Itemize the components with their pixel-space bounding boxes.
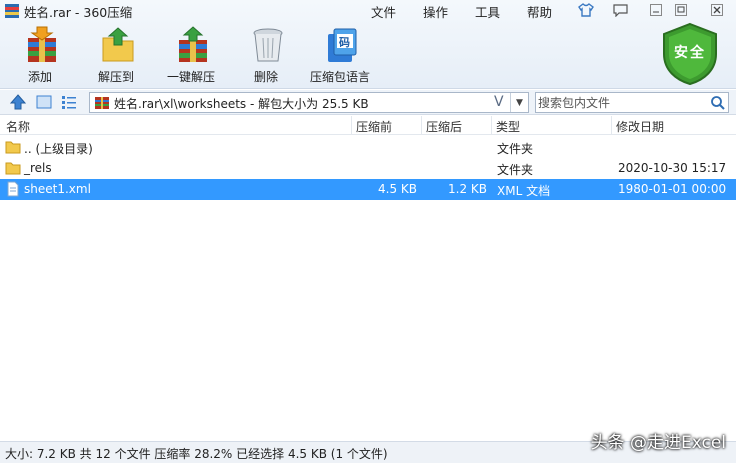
- file-date: 2020-10-30 15:17: [618, 161, 727, 175]
- skin-shirt-icon[interactable]: [575, 1, 597, 19]
- one-click-extract-icon: [179, 26, 207, 62]
- security-shield[interactable]: 安全: [660, 22, 720, 86]
- path-v-marker: V: [494, 94, 504, 110]
- language-badge: 码: [339, 36, 350, 49]
- file-type: 文件夹: [497, 142, 534, 156]
- column-type[interactable]: 类型: [496, 118, 520, 135]
- folder-icon: [5, 141, 21, 154]
- add-button[interactable]: 添加: [2, 26, 78, 86]
- column-size-before[interactable]: 压缩前: [356, 118, 392, 135]
- column-modified[interactable]: 修改日期: [616, 118, 664, 135]
- address-dropdown-arrow-icon[interactable]: ▼: [510, 93, 528, 112]
- extract-to-icon: [102, 27, 134, 62]
- file-size-after: 1.2 KB: [448, 182, 487, 196]
- file-name: .. (上级目录): [24, 142, 93, 156]
- column-divider[interactable]: [351, 116, 352, 135]
- list-view-icon[interactable]: [60, 93, 78, 111]
- list-item[interactable]: .. (上级目录) 文件夹: [0, 137, 736, 158]
- address-row: 姓名.rar\xl\worksheets - 解包大小为 25.5 KB V ▼: [0, 90, 736, 115]
- file-type: XML 文档: [497, 184, 551, 198]
- add-label: 添加: [27, 70, 52, 84]
- menu-operate[interactable]: 操作: [423, 2, 448, 21]
- minimize-icon[interactable]: [645, 1, 667, 19]
- column-divider[interactable]: [611, 116, 612, 135]
- list-item[interactable]: _rels 文件夹 2020-10-30 15:17: [0, 158, 736, 179]
- window-title: 姓名.rar - 360压缩: [24, 5, 133, 20]
- add-archive-icon: [28, 26, 56, 62]
- menu-help[interactable]: 帮助: [527, 2, 552, 21]
- extract-to-button[interactable]: 解压到: [78, 26, 154, 86]
- file-size-before: 4.5 KB: [378, 182, 417, 196]
- delete-label: 删除: [253, 70, 278, 84]
- address-path: 姓名.rar\xl\worksheets - 解包大小为 25.5 KB: [114, 97, 369, 111]
- file-type: 文件夹: [497, 163, 534, 177]
- status-text: 大小: 7.2 KB 共 12 个文件 压缩率 28.2% 已经选择 4.5 K…: [5, 447, 388, 461]
- column-divider[interactable]: [421, 116, 422, 135]
- menu-file[interactable]: 文件: [371, 2, 396, 21]
- title-and-toolbar: 姓名.rar - 360压缩 文件 操作 工具 帮助 添加 解压到 一键解压 删…: [0, 0, 736, 89]
- archive-language-label: 压缩包语言: [309, 70, 370, 84]
- one-click-extract-label: 一键解压: [166, 70, 215, 84]
- menu-tools[interactable]: 工具: [475, 2, 500, 21]
- archive-language-button[interactable]: 码 压缩包语言: [302, 26, 378, 86]
- delete-trash-icon: [253, 28, 283, 62]
- security-label: 安全: [674, 45, 706, 61]
- search-input[interactable]: [538, 94, 708, 111]
- extract-to-label: 解压到: [97, 70, 134, 84]
- search-icon[interactable]: [710, 95, 726, 111]
- file-name: sheet1.xml: [24, 182, 91, 196]
- address-bar[interactable]: 姓名.rar\xl\worksheets - 解包大小为 25.5 KB V ▼: [89, 92, 529, 113]
- search-box: [535, 92, 729, 113]
- large-icon-view-icon[interactable]: [35, 93, 53, 111]
- list-item-selected[interactable]: sheet1.xml 4.5 KB 1.2 KB XML 文档 1980-01-…: [0, 179, 736, 200]
- one-click-extract-button[interactable]: 一键解压: [153, 26, 229, 86]
- column-size-after[interactable]: 压缩后: [426, 118, 462, 135]
- maximize-icon[interactable]: [670, 1, 692, 19]
- column-divider[interactable]: [491, 116, 492, 135]
- column-header: 名称 压缩前 压缩后 类型 修改日期: [0, 116, 736, 135]
- file-date: 1980-01-01 00:00: [618, 182, 727, 196]
- rar-app-icon: [5, 4, 19, 18]
- archive-small-icon: [95, 97, 109, 109]
- close-icon[interactable]: [706, 1, 728, 19]
- delete-button[interactable]: 删除: [228, 26, 304, 86]
- feedback-icon[interactable]: [609, 1, 631, 19]
- xml-file-icon: [7, 181, 19, 197]
- folder-icon: [5, 162, 21, 175]
- up-arrow-icon[interactable]: [9, 93, 27, 111]
- watermark-text: 头条 @走进Excel: [590, 433, 726, 453]
- file-name: _rels: [24, 161, 52, 175]
- column-name[interactable]: 名称: [6, 118, 30, 135]
